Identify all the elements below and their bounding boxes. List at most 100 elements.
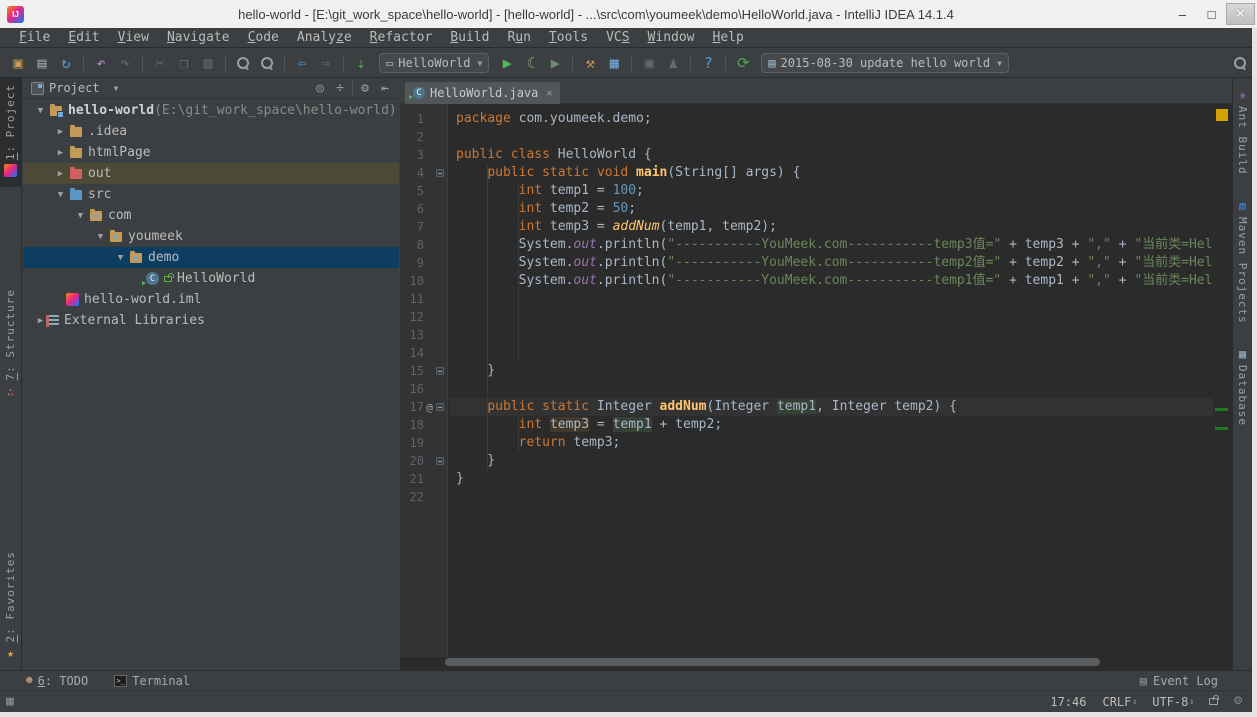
expanded-arrow-icon[interactable]: ▼ <box>35 106 46 116</box>
highlight-stripe-marker[interactable] <box>1215 408 1228 411</box>
code-line-8[interactable]: System.out.println("-----------YouMeek.c… <box>456 236 1213 254</box>
code-line-6[interactable]: int temp2 = 50; <box>456 200 1213 218</box>
run-configuration-select[interactable]: ▭HelloWorld▼ <box>379 53 489 73</box>
code-line-13[interactable] <box>456 326 1213 344</box>
warning-stripe-marker[interactable] <box>1216 109 1228 121</box>
chevron-down-icon[interactable]: ▼ <box>114 84 119 93</box>
back-icon[interactable]: ⇦ <box>290 51 314 75</box>
code-line-17[interactable]: public static Integer addNum(Integer tem… <box>449 398 1213 416</box>
menu-code[interactable]: Code <box>239 28 288 48</box>
gutter-line-17[interactable]: 17@ <box>400 398 447 416</box>
collapsed-arrow-icon[interactable]: ▶ <box>55 148 66 158</box>
make-project-icon[interactable]: ⇣ <box>349 51 373 75</box>
stripe-button-database[interactable]: ▦Database <box>1233 337 1252 432</box>
code-line-15[interactable]: } <box>456 362 1213 380</box>
maximize-button[interactable]: □ <box>1197 3 1226 25</box>
expanded-arrow-icon[interactable]: ▼ <box>115 253 126 263</box>
gutter-line-16[interactable]: 16 <box>400 380 447 398</box>
code-line-4[interactable]: public static void main(String[] args) { <box>456 164 1213 182</box>
code-line-7[interactable]: int temp3 = addNum(temp1, temp2); <box>456 218 1213 236</box>
tree-item-external-libraries[interactable]: ▶External Libraries <box>23 310 399 331</box>
gutter-line-8[interactable]: 8 <box>400 236 447 254</box>
android-device-icon[interactable]: ♟ <box>661 51 685 75</box>
code-pane[interactable]: package com.youmeek.demo; public class He… <box>449 104 1213 657</box>
forward-icon[interactable]: ⇨ <box>314 51 338 75</box>
help-icon[interactable]: ? <box>696 51 720 75</box>
code-line-1[interactable]: package com.youmeek.demo; <box>456 110 1213 128</box>
fold-end-marker-icon[interactable] <box>436 367 444 375</box>
tree-item-htmlpage[interactable]: ▶htmlPage <box>23 142 399 163</box>
gutter-line-7[interactable]: 7 <box>400 218 447 236</box>
tree-item-hello-world[interactable]: ▼hello-world (E:\git_work_space\hello-wo… <box>23 100 399 121</box>
gutter-line-19[interactable]: 19 <box>400 434 447 452</box>
code-line-22[interactable] <box>456 488 1213 506</box>
tab-helloworld-java[interactable]: C HelloWorld.java ✕ <box>405 82 560 104</box>
project-view-selector[interactable]: Project <box>49 81 100 95</box>
caret-position[interactable]: 17:46 <box>1050 695 1086 709</box>
run-icon[interactable]: ▶ <box>495 51 519 75</box>
tree-item--idea[interactable]: ▶.idea <box>23 121 399 142</box>
menu-file[interactable]: File <box>10 28 59 48</box>
toolwindow-switcher-icon[interactable]: ▦ <box>6 695 20 709</box>
error-stripe[interactable] <box>1213 104 1232 657</box>
gear-icon[interactable]: ⚙ <box>355 81 375 96</box>
tree-item-out[interactable]: ▶out <box>23 163 399 184</box>
gutter-line-14[interactable]: 14 <box>400 344 447 362</box>
event-log-button[interactable]: ▤ Event Log <box>1140 674 1218 688</box>
menu-run[interactable]: Run <box>498 28 539 48</box>
encoding-select[interactable]: UTF-8⇕ <box>1152 695 1193 709</box>
copy-icon[interactable]: ❐ <box>172 51 196 75</box>
tree-item-demo[interactable]: ▼demo <box>23 247 399 268</box>
tree-item-hello-world-iml[interactable]: hello-world.iml <box>23 289 399 310</box>
gutter-line-9[interactable]: 9 <box>400 254 447 272</box>
code-line-5[interactable]: int temp1 = 100; <box>456 182 1213 200</box>
menu-build[interactable]: Build <box>441 28 498 48</box>
menu-navigate[interactable]: Navigate <box>158 28 239 48</box>
menu-refactor[interactable]: Refactor <box>361 28 442 48</box>
synchronize-icon[interactable]: ↻ <box>54 51 78 75</box>
tree-item-com[interactable]: ▼com <box>23 205 399 226</box>
stripe-button-ant-build[interactable]: ✳Ant Build <box>1233 78 1252 181</box>
collapsed-arrow-icon[interactable]: ▶ <box>35 316 46 326</box>
menu-window[interactable]: Window <box>639 28 704 48</box>
code-line-9[interactable]: System.out.println("-----------YouMeek.c… <box>456 254 1213 272</box>
run-coverage-icon[interactable]: ▶ <box>543 51 567 75</box>
stripe-button-2-favorites[interactable]: 2: Favorites★ <box>0 545 21 670</box>
menu-view[interactable]: View <box>109 28 158 48</box>
editor-gutter[interactable]: 1234567891011121314151617@1819202122 <box>400 104 448 657</box>
code-line-10[interactable]: System.out.println("-----------YouMeek.c… <box>456 272 1213 290</box>
update-project-icon[interactable]: ⟳ <box>731 51 755 75</box>
gutter-line-20[interactable]: 20 <box>400 452 447 470</box>
menu-edit[interactable]: Edit <box>59 28 108 48</box>
paste-icon[interactable]: ▥ <box>196 51 220 75</box>
redo-icon[interactable]: ↷ <box>113 51 137 75</box>
search-everywhere-icon[interactable] <box>1228 51 1252 75</box>
gutter-line-1[interactable]: 1 <box>400 110 447 128</box>
gutter-line-21[interactable]: 21 <box>400 470 447 488</box>
tree-item-helloworld[interactable]: CHelloWorld <box>23 268 399 289</box>
code-line-14[interactable] <box>456 344 1213 362</box>
expanded-arrow-icon[interactable]: ▼ <box>75 211 86 221</box>
expanded-arrow-icon[interactable]: ▼ <box>95 232 106 242</box>
gutter-line-10[interactable]: 10 <box>400 272 447 290</box>
gutter-line-15[interactable]: 15 <box>400 362 447 380</box>
gutter-line-22[interactable]: 22 <box>400 488 447 506</box>
highlight-stripe-marker[interactable] <box>1215 427 1228 430</box>
code-line-20[interactable]: } <box>456 452 1213 470</box>
code-line-21[interactable]: } <box>456 470 1213 488</box>
expanded-arrow-icon[interactable]: ▼ <box>55 190 66 200</box>
menu-analyze[interactable]: Analyze <box>288 28 361 48</box>
code-line-19[interactable]: return temp3; <box>456 434 1213 452</box>
line-ending-select[interactable]: CRLF⇕ <box>1102 695 1136 709</box>
minimize-button[interactable]: – <box>1168 3 1197 25</box>
code-line-18[interactable]: int temp3 = temp1 + temp2; <box>456 416 1213 434</box>
changelist-select[interactable]: ▤2015-08-30 update hello world▼ <box>761 53 1009 73</box>
code-line-3[interactable]: public class HelloWorld { <box>456 146 1213 164</box>
code-editor[interactable]: 1234567891011121314151617@1819202122 pac… <box>400 104 1232 657</box>
gutter-line-3[interactable]: 3 <box>400 146 447 164</box>
code-line-16[interactable] <box>456 380 1213 398</box>
stripe-button-1-project[interactable]: 1: Project <box>0 78 21 187</box>
fold-end-marker-icon[interactable] <box>436 457 444 465</box>
close-button[interactable]: ✕ <box>1226 3 1255 25</box>
gutter-line-4[interactable]: 4 <box>400 164 447 182</box>
